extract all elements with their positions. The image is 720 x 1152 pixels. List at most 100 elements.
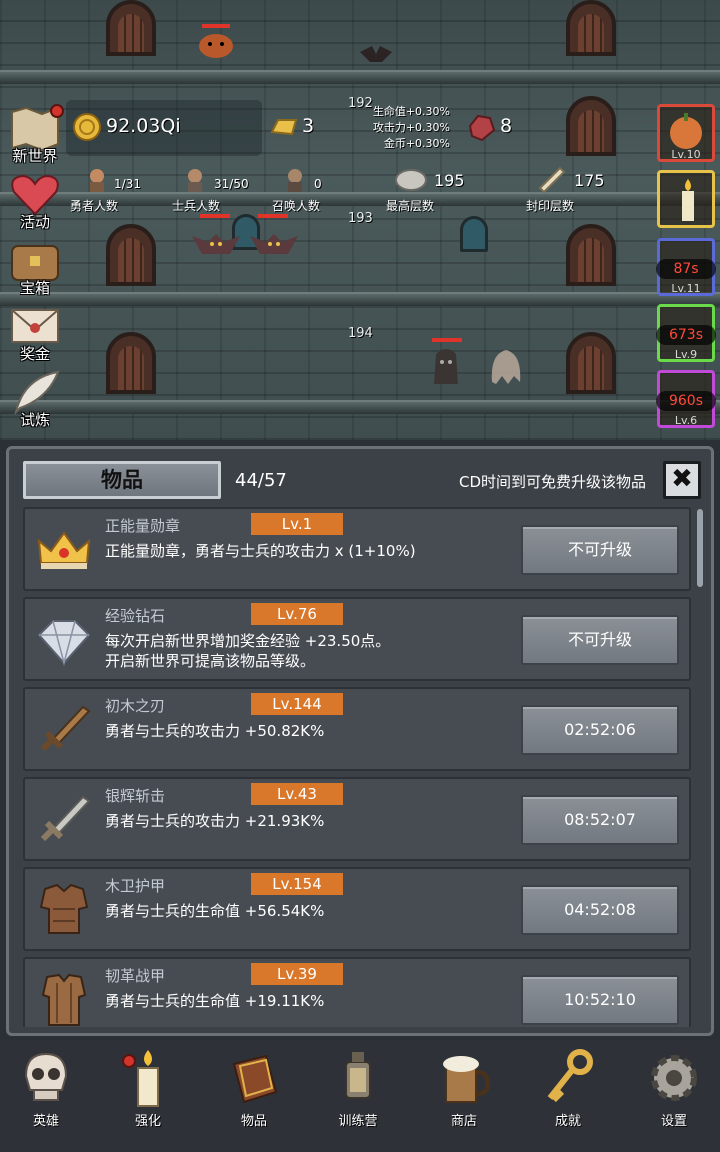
item-desc: 勇者与士兵的攻击力 +50.82K%	[105, 721, 324, 741]
bat-monster	[360, 46, 392, 62]
nav-label: 训练营	[338, 1114, 378, 1129]
boost-pumpkin[interactable]: Lv.10	[657, 104, 715, 162]
hero-icon	[90, 169, 104, 192]
item-desc-line: 勇者与士兵的生命值 +56.54K%	[105, 902, 325, 920]
floor-ledge	[0, 70, 720, 84]
item-row: 经验钻石 Lv.76 每次开启新世界增加奖金经验 +23.50点。 开启新世界可…	[23, 597, 691, 681]
skull-icon	[24, 1052, 68, 1101]
floor-ledge	[0, 400, 720, 414]
item-level: Lv.39	[251, 963, 343, 985]
ghost-monster	[491, 350, 521, 384]
upgrade-button[interactable]: 不可升级	[521, 525, 679, 575]
monster-hp-bar	[200, 214, 230, 218]
bonus-button[interactable]: 奖金	[2, 302, 68, 366]
dungeon-door	[566, 96, 616, 156]
new-world-button[interactable]: 新世界	[2, 104, 68, 168]
nav-label: 物品	[240, 1114, 267, 1129]
item-desc: 勇者与士兵的生命值 +56.54K%	[105, 901, 324, 921]
max-floor: 195	[434, 171, 465, 190]
item-desc-line: 每次开启新世界增加奖金经验 +23.50点。	[105, 632, 391, 650]
nav-label: 强化	[134, 1114, 161, 1129]
diamond-icon	[37, 620, 91, 666]
scroll-icon	[538, 166, 566, 194]
sealed-floor-label: 封印层数	[526, 199, 575, 213]
item-desc: 勇者与士兵的生命值 +19.11K%	[105, 991, 324, 1011]
nav-label: 成就	[554, 1114, 581, 1129]
notification-dot	[50, 104, 64, 118]
nav-shop[interactable]: 商店	[424, 1044, 504, 1144]
soldier-icon	[188, 169, 202, 192]
gold-bar-icon	[270, 119, 298, 136]
item-level: Lv.154	[251, 873, 343, 895]
item-desc: 勇者与士兵的攻击力 +21.93K%	[105, 811, 324, 831]
nav-heroes[interactable]: 英雄	[6, 1044, 86, 1144]
bonus-list: 生命值+0.30% 攻击力+0.30% 金币+0.30%	[364, 104, 450, 152]
boost-candle[interactable]	[657, 170, 715, 228]
boost-timer: 673s	[656, 325, 716, 345]
soldier-count: 31/50	[214, 177, 249, 191]
pumpkin-icon	[670, 113, 702, 149]
item-row: 正能量勋章 Lv.1 正能量勋章，勇者与士兵的攻击力 x (1+10%) 不可升…	[23, 507, 691, 591]
boost-level: Lv.10	[671, 148, 701, 161]
events-button[interactable]: 活动	[2, 170, 68, 234]
boost-level: Lv.11	[671, 282, 701, 295]
item-desc-line: 勇者与士兵的攻击力 +50.82K%	[105, 722, 325, 740]
dungeon-door	[106, 224, 156, 286]
key-icon	[547, 1049, 593, 1103]
boost-level: Lv.6	[674, 414, 698, 427]
item-name: 经验钻石	[105, 607, 166, 625]
close-button[interactable]: ✖	[663, 461, 701, 499]
candle-icon	[682, 179, 694, 221]
hero-count-label: 勇者人数	[70, 199, 119, 213]
nav-achievements[interactable]: 成就	[528, 1044, 608, 1144]
dungeon-door	[106, 0, 156, 56]
item-level: Lv.43	[251, 783, 343, 805]
summon-count: 0	[314, 177, 322, 191]
gold-coin-icon	[73, 113, 101, 141]
floor-ledge	[0, 292, 720, 306]
item-desc-line: 正能量勋章，勇者与士兵的攻击力 x (1+10%)	[105, 542, 416, 560]
nav-training[interactable]: 训练营	[318, 1044, 398, 1144]
gem-amount: 8	[500, 115, 513, 137]
item-list[interactable]: 正能量勋章 Lv.1 正能量勋章，勇者与士兵的攻击力 x (1+10%) 不可升…	[23, 507, 693, 1027]
boost-timer-2[interactable]: 673s Lv.9	[656, 304, 716, 362]
dungeon-door	[106, 332, 156, 394]
upgrade-button[interactable]: 02:52:06	[521, 705, 679, 755]
hp-bonus: 生命值+0.30%	[372, 105, 450, 118]
floor-number: 193	[348, 211, 373, 226]
bonus-label: 奖金	[19, 345, 50, 363]
upgrade-button[interactable]: 10:52:10	[521, 975, 679, 1025]
nav-label: 设置	[660, 1114, 687, 1129]
dungeon-scene: 192 193 194 92.03Qi 3 生命值+0.30% 攻击力+0.30…	[0, 0, 720, 440]
scrollbar[interactable]	[697, 509, 703, 587]
upgrade-button[interactable]: 不可升级	[521, 615, 679, 665]
item-name: 银辉斩击	[105, 787, 166, 805]
bottom-nav: 英雄 强化 物品 训练营 商店 成就 设置	[0, 1040, 720, 1152]
treasure-chest-button[interactable]: 宝箱	[2, 236, 68, 300]
slime-monster	[199, 34, 233, 58]
sealed-floor: 175	[574, 171, 605, 190]
upgrade-button[interactable]: 08:52:07	[521, 795, 679, 845]
item-name: 初木之刃	[105, 697, 166, 715]
dungeon-door	[566, 332, 616, 394]
nav-items[interactable]: 物品	[214, 1044, 294, 1144]
dungeon-door	[566, 224, 616, 286]
upgrade-button[interactable]: 04:52:08	[521, 885, 679, 935]
silver-sword-icon	[40, 795, 91, 842]
wooden-sword-icon	[40, 705, 91, 752]
nav-enhance[interactable]: 强化	[108, 1044, 188, 1144]
item-row: 韧革战甲 Lv.39 勇者与士兵的生命值 +19.11K% 10:52:10	[23, 957, 691, 1027]
boost-timer-3[interactable]: 960s Lv.6	[656, 370, 716, 428]
item-desc: 每次开启新世界增加奖金经验 +23.50点。 开启新世界可提高该物品等级。	[105, 631, 390, 671]
nav-settings[interactable]: 设置	[634, 1044, 714, 1144]
dungeon-window	[460, 216, 488, 252]
trial-button[interactable]: 试炼	[2, 368, 68, 432]
item-name: 木卫护甲	[105, 877, 166, 895]
nav-label: 英雄	[32, 1114, 59, 1129]
boost-timer-1[interactable]: 87s Lv.11	[656, 238, 716, 296]
gold-amount: 92.03Qi	[106, 115, 181, 137]
summon-count-label: 召唤人数	[272, 199, 321, 213]
treasure-chest-label: 宝箱	[19, 279, 50, 297]
attack-bonus: 攻击力+0.30%	[372, 121, 450, 134]
hero-count: 1/31	[114, 177, 141, 191]
